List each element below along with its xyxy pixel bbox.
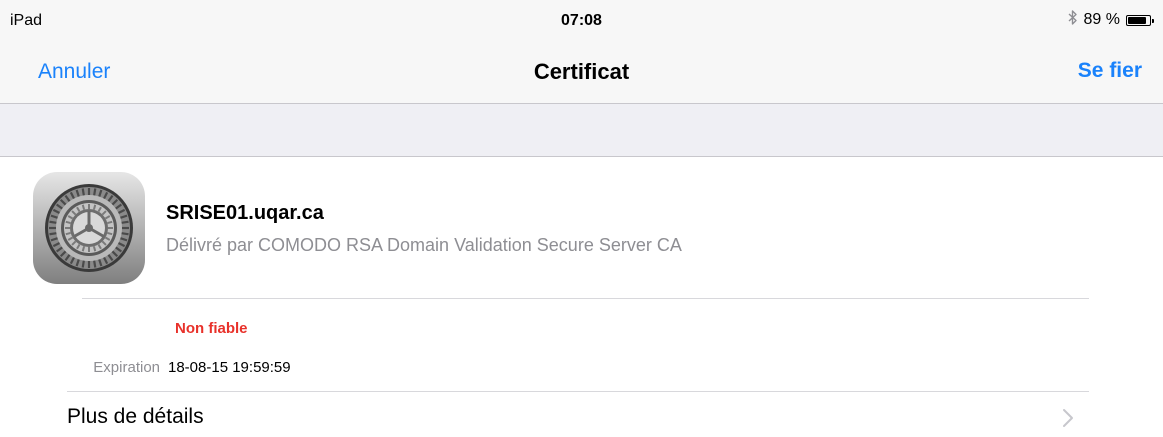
certificate-issuer: Délivré par COMODO RSA Domain Validation… bbox=[166, 235, 682, 255]
status-bar: iPad 07:08 89 % bbox=[0, 0, 1163, 40]
chevron-right-icon bbox=[1062, 408, 1074, 433]
bluetooth-icon bbox=[1068, 10, 1078, 30]
trust-status-label: Non fiable bbox=[175, 320, 248, 337]
section-header-band bbox=[0, 104, 1163, 157]
divider bbox=[82, 298, 1089, 299]
navigation-bar: Annuler Certificat Se fier bbox=[0, 40, 1163, 104]
page-title: Certificat bbox=[533, 59, 630, 84]
more-details-row[interactable]: Plus de détails bbox=[0, 392, 1163, 437]
trust-button[interactable]: Se fier bbox=[1078, 59, 1142, 83]
certificate-name: SRISE01.uqar.ca bbox=[166, 202, 324, 224]
battery-percent: 89 % bbox=[1083, 11, 1120, 28]
settings-gear-icon bbox=[33, 172, 145, 284]
status-indicators: 89 % bbox=[1068, 10, 1154, 30]
more-details-label: Plus de détails bbox=[67, 405, 204, 428]
battery-icon bbox=[1126, 14, 1154, 26]
expiration-value: 18-08-15 19:59:59 bbox=[168, 359, 291, 376]
status-time: 07:08 bbox=[561, 12, 602, 29]
battery-fill bbox=[1128, 16, 1146, 24]
expiration-label: Expiration bbox=[93, 359, 160, 376]
battery-nub bbox=[1152, 18, 1154, 23]
